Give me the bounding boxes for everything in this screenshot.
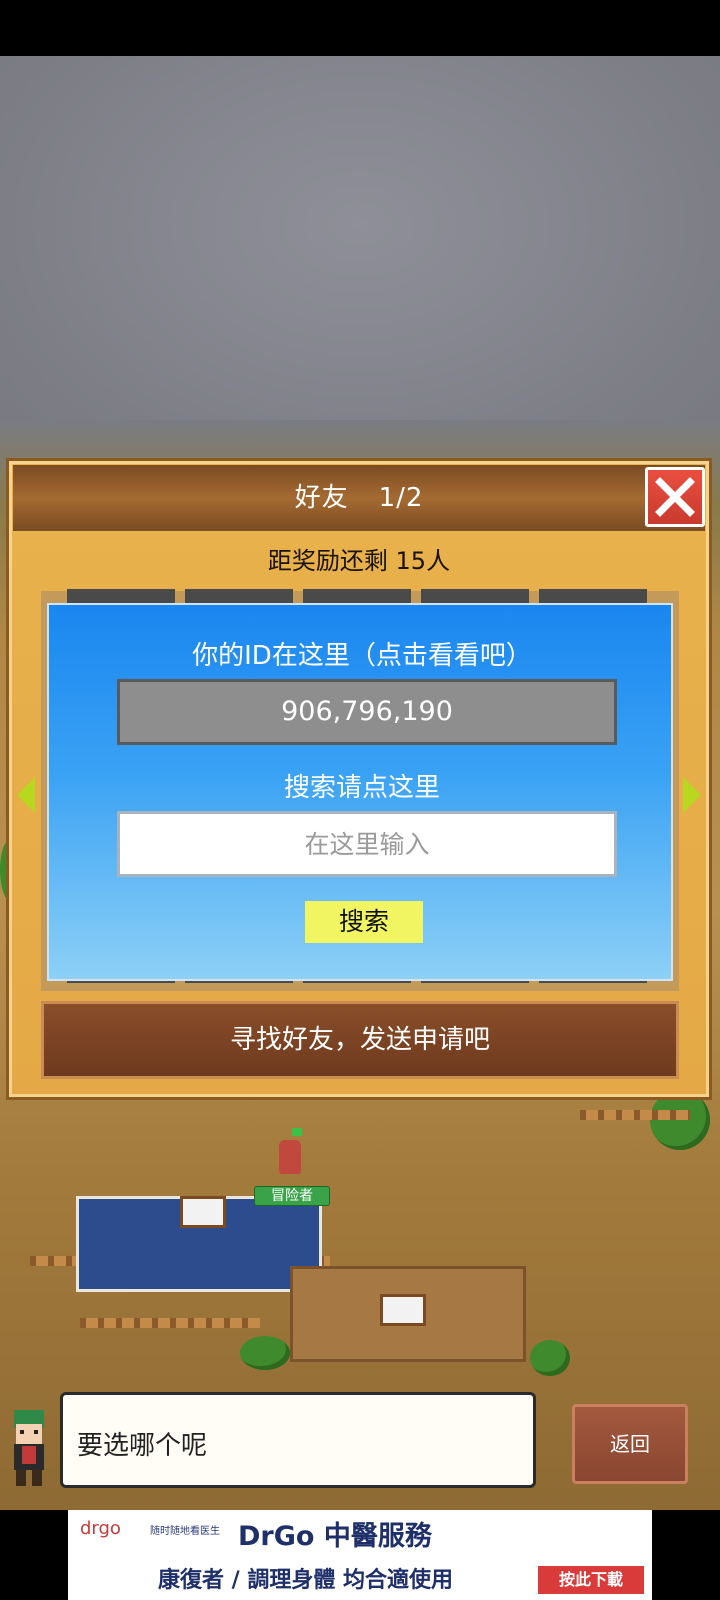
tree [530,1340,570,1376]
slot-row-top [41,589,679,603]
fence [80,1318,260,1328]
slot [67,589,175,603]
slot [303,589,411,603]
ad-download-button[interactable]: 按此下載 [538,1566,644,1594]
page-indicator: 1/2 [378,483,424,513]
find-friends-banner[interactable]: 寻找好友，发送申请吧 [41,1001,679,1079]
reward-counter: 距奖励还剩 15人 [267,547,451,575]
adventurer-tag: 冒险者 [254,1186,330,1206]
message-text: 要选哪个呢 [77,1431,208,1461]
back-button[interactable]: 返回 [572,1404,688,1484]
message-box: 要选哪个呢 [60,1392,536,1488]
ad-brand-sub: 随时随地看医生 [150,1526,220,1537]
dialog-titlebar: 好友 1/2 [13,465,705,531]
slot [421,589,529,603]
id-label[interactable]: 你的ID在这里（点击看看吧） [49,635,675,672]
adventurer-sprite[interactable] [279,1140,301,1174]
status-bar [0,0,720,56]
fence [580,1110,690,1120]
ad-headline: DrGo 中醫服務 [238,1521,432,1552]
title-text: 好友 [294,483,349,513]
prev-page-arrow-icon[interactable] [17,777,35,813]
slot [539,589,647,603]
guide-avatar-icon [14,1410,44,1486]
close-icon [655,477,695,517]
next-page-arrow-icon[interactable] [683,777,701,813]
search-button[interactable]: 搜索 [305,901,423,943]
id-search-panel: 你的ID在这里（点击看看吧） 906,796,190 搜索请点这里 搜索 [47,603,673,981]
dialog-title: 好友 1/2 [13,465,705,531]
ad-brand: drgo [80,1518,121,1539]
search-label: 搜索请点这里 [283,773,440,803]
fog-area [0,56,720,476]
slot [185,589,293,603]
close-button[interactable] [645,467,705,527]
flag-icon [292,1128,302,1136]
ad-tagline: 康復者 / 調理身體 均合適使用 [158,1568,454,1593]
bed [180,1196,226,1228]
tree [240,1336,290,1370]
friend-dialog: 好友 1/2 距奖励还剩 15人 你的ID在这里（点击看看吧） 906,796,1… [6,458,712,1100]
bed [380,1294,426,1326]
player-id-field[interactable]: 906,796,190 [117,679,617,745]
ad-banner[interactable]: drgo 随时随地看医生 DrGo 中醫服務 康復者 / 調理身體 均合適使用 … [68,1510,652,1600]
search-input[interactable] [117,811,617,877]
